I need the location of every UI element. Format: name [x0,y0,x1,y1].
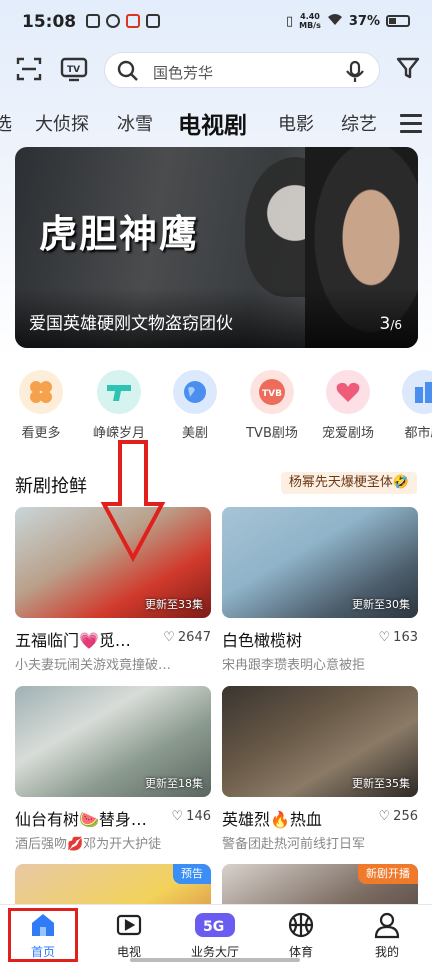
category-tvb[interactable]: TVB TVB剧场 [237,370,307,441]
banner-caption: 爱国英雄硬刚文物盗窃团伙 [29,314,233,334]
tvb-icon: TVB [250,370,294,414]
nav-tv[interactable]: 电视 [94,911,164,960]
city-icon [402,370,432,414]
nav-mine[interactable]: 我的 [352,911,422,960]
category-city-drama[interactable]: 都市剧 [389,370,432,441]
preview-badge: 预告 [173,864,211,884]
category-us-drama[interactable]: 美剧 [160,370,230,441]
like-count[interactable]: ♡ 163 [379,630,418,645]
app-notify-icon [106,14,120,28]
status-time: 15:08 [22,12,77,32]
filter-icon[interactable] [396,56,424,84]
new-release-badge: 新剧开播 [358,864,418,884]
drama-thumbnail: 预告 [15,864,211,904]
search-row: TV 国色芳华 [0,52,432,88]
notification-icons [86,14,160,28]
tab-variety[interactable]: 综艺 [341,110,377,136]
four-petal-icon [19,370,63,414]
message-notify-icon [86,14,100,28]
battery-icon [386,15,410,27]
banner-logo: 虎胆神鹰 [39,211,200,256]
category-shortcuts: 看更多 峥嵘岁月 美剧 TVB TVB剧场 宠爱剧场 都市剧 [0,370,432,446]
drama-card[interactable]: 预告 [15,864,211,904]
drama-card[interactable]: 新剧开播 [222,864,418,904]
drama-thumbnail: 更新至18集 [15,686,211,797]
annotation-arrow-icon [100,440,166,562]
drama-card[interactable]: 更新至35集 英雄烈🔥热血 ♡ 256 警备团赴热河前线打日军 [222,686,418,852]
search-icon [117,60,139,86]
home-indicator [130,958,300,962]
banner-pager: 3/6 [379,314,402,334]
user-icon [373,911,401,939]
heart-outline-icon: ♡ [378,809,391,824]
tab-ice-snow[interactable]: 冰雪 [117,110,153,136]
tab-movie[interactable]: 电影 [278,110,314,136]
category-more[interactable]: 看更多 [6,370,76,441]
drama-card[interactable]: 更新至30集 白色橄榄树 ♡ 163 宋冉跟李瓒表明心意被拒 [222,507,418,673]
bank-notify-icon [126,14,140,28]
wifi-icon [327,13,343,30]
heart-outline-icon: ♡ [163,630,175,645]
status-bar: 15:08 ▯ 4.40 MB/s 37% [0,0,432,44]
tab-tv-series[interactable]: 电视剧 [178,106,247,140]
net-speed: 4.40 MB/s [299,12,321,30]
heart-icon [326,370,370,414]
search-bar[interactable]: 国色芳华 [104,52,380,88]
svg-text:TVB: TVB [262,389,282,399]
heart-outline-icon: ♡ [378,630,391,645]
5g-icon: 5G [194,911,236,939]
section-title: 新剧抢鲜 [15,476,87,497]
drama-thumbnail: 新剧开播 [222,864,418,904]
tv-play-icon [115,911,143,939]
search-placeholder: 国色芳华 [153,64,214,82]
category-pet-love[interactable]: 宠爱剧场 [313,370,383,441]
category-glory-years[interactable]: 峥嵘岁月 [84,370,154,441]
heart-outline-icon: ♡ [171,809,184,824]
like-count[interactable]: ♡ 256 [379,809,418,824]
like-count[interactable]: ♡ 146 [172,809,211,824]
section-tag[interactable]: 杨幂先天爆梗圣体🤣 [280,472,417,494]
svg-text:5G: 5G [203,919,224,935]
highlight-box [8,908,78,962]
scan-icon[interactable] [16,56,44,84]
microphone-icon[interactable] [345,60,365,88]
gun-icon [97,370,141,414]
drama-thumbnail: 更新至30集 [222,507,418,618]
tab-detective[interactable]: 大侦探 [35,110,89,136]
battery-percent: 37% [348,13,380,29]
basketball-icon [287,911,315,939]
drama-thumbnail: 更新至35集 [222,686,418,797]
globe-icon [173,370,217,414]
category-tabs: 选 大侦探 冰雪 电视剧 电影 综艺 [0,104,432,144]
menu-icon[interactable] [400,114,422,134]
vibrate-icon: ▯ [285,13,294,29]
tab-partial[interactable]: 选 [0,110,12,136]
like-count[interactable]: ♡ 2647 [163,630,211,645]
tiktok-notify-icon [146,14,160,28]
status-right: ▯ 4.40 MB/s 37% [286,12,410,30]
tv-cast-icon[interactable]: TV [60,56,88,84]
svg-text:TV: TV [67,65,80,75]
hero-banner[interactable]: 虎胆神鹰 爱国英雄硬刚文物盗窃团伙 3/6 [15,147,418,348]
nav-sports[interactable]: 体育 [266,911,336,960]
nav-business-hall[interactable]: 5G 业务大厅 [180,911,250,960]
drama-card[interactable]: 更新至18集 仙台有树🍉替身… ♡ 146 酒后强吻💋邓为开大护徒 [15,686,211,852]
